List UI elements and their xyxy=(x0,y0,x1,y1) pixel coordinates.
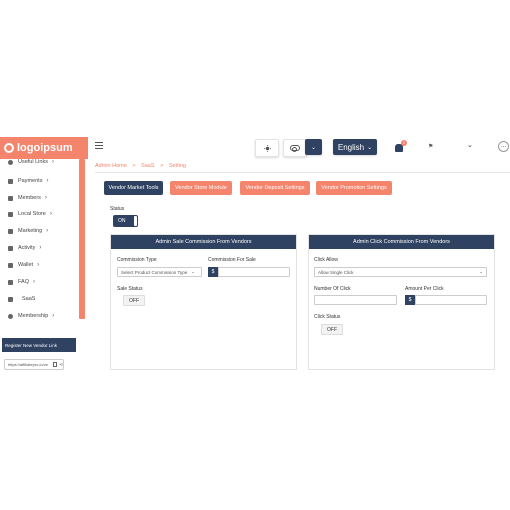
sidebar-scrollbar[interactable] xyxy=(79,159,85,319)
breadcrumb-setting: Setting xyxy=(168,163,186,169)
click-allow-select[interactable]: Allow Single Click ⌄ xyxy=(314,267,487,277)
sidebar-item-membership[interactable]: Membership › xyxy=(8,313,54,319)
amount-per-click-label: Amount Per Click xyxy=(405,286,444,292)
logo-mark-icon xyxy=(4,143,14,153)
sidebar-item-faq[interactable]: FAQ › xyxy=(8,279,35,285)
commission-type-select[interactable]: Select Product Commission Type ⌄ xyxy=(117,267,202,277)
chevron-right-icon: › xyxy=(46,228,49,234)
store-icon xyxy=(8,211,13,217)
share-icon[interactable]: ⋖ xyxy=(59,362,63,368)
commission-for-sale-label: Commission For Sale xyxy=(208,257,256,263)
language-select[interactable]: English ⌄ xyxy=(333,139,377,155)
click-card-title: Admin Click Commission From Vendors xyxy=(309,235,494,249)
sidebar-item-payments[interactable]: Payments › xyxy=(8,178,48,184)
activity-icon xyxy=(8,245,13,251)
chevron-right-icon: › xyxy=(49,211,52,217)
number-of-click-input[interactable] xyxy=(314,295,397,305)
number-of-click-label: Number Of Click xyxy=(314,286,351,292)
click-allow-value: Allow Single Click xyxy=(318,269,354,275)
sidebar-item-label: Payments xyxy=(18,178,43,184)
sidebar-item-label: Membership xyxy=(18,313,49,319)
chevron-right-icon: › xyxy=(44,195,47,201)
commission-type-value: Select Product Commission Type xyxy=(121,269,188,275)
sale-card-title: Admin Sale Commission From Vendors xyxy=(111,235,296,249)
sidebar-item-useful-links[interactable]: Useful Links › xyxy=(8,159,54,165)
chevron-right-icon: › xyxy=(37,262,40,268)
tab-vendor-store-module[interactable]: Vendor Store Module xyxy=(170,181,232,195)
chevron-right-icon: › xyxy=(51,159,54,165)
toggle-view-button[interactable] xyxy=(283,139,307,157)
theme-button[interactable] xyxy=(255,139,279,157)
info-icon xyxy=(8,159,13,165)
tab-vendor-deposit-settings[interactable]: Vendor Deposit Settings xyxy=(240,181,310,195)
commission-type-label: Commission Type xyxy=(117,257,157,263)
sidebar-item-label: Members xyxy=(18,195,41,201)
marketing-icon xyxy=(8,228,13,234)
membership-icon xyxy=(8,313,13,319)
flag-icon: ⚑ xyxy=(428,144,434,150)
notification-badge: 1 xyxy=(401,140,407,146)
sidebar-item-label: Local Store xyxy=(18,211,46,217)
chevron-right-icon: › xyxy=(39,245,42,251)
sidebar-item-label: Wallet xyxy=(18,262,34,268)
chevron-down-icon: ⌄ xyxy=(191,269,195,274)
language-label: English xyxy=(337,142,365,152)
sale-status-toggle[interactable]: OFF xyxy=(123,295,145,306)
wallet-icon xyxy=(8,262,13,268)
click-status-toggle[interactable]: OFF xyxy=(321,324,343,335)
toggle-knob xyxy=(134,216,137,226)
breadcrumb-separator: > xyxy=(132,163,136,169)
saas-icon xyxy=(8,296,13,302)
status-toggle[interactable]: ON xyxy=(113,215,138,227)
click-allow-label: Click Allow xyxy=(314,257,338,263)
chevron-right-icon: › xyxy=(52,313,55,319)
click-status-label: Click Status xyxy=(314,314,341,320)
commission-for-sale-input[interactable] xyxy=(218,267,290,277)
sun-icon xyxy=(263,144,271,152)
hamburger-menu-icon[interactable] xyxy=(95,142,103,149)
logo[interactable]: logoipsum xyxy=(0,137,88,159)
faq-icon xyxy=(8,279,13,285)
toggle-icon xyxy=(290,145,300,152)
divider xyxy=(95,172,510,173)
chevron-down-icon: ⌄ xyxy=(479,269,483,274)
sidebar-item-saas[interactable]: SaaS xyxy=(8,296,35,302)
chevron-right-icon: › xyxy=(33,279,36,285)
sidebar-item-label: Useful Links xyxy=(18,159,48,165)
sidebar-item-label: Marketing xyxy=(18,228,43,234)
logo-text: logoipsum xyxy=(17,142,73,154)
status-value: ON xyxy=(118,218,126,224)
sidebar-item-local-store[interactable]: Local Store › xyxy=(8,211,52,217)
profile-chevron-icon[interactable]: ⌄ xyxy=(467,141,473,149)
sale-status-label: Sale Status xyxy=(117,286,143,292)
breadcrumb-admin-home[interactable]: Admin Home xyxy=(95,163,127,169)
breadcrumb: Admin Home > SaaS > Setting xyxy=(95,163,190,169)
sidebar-item-label: SaaS xyxy=(22,296,36,302)
toggle-dropdown-button[interactable]: ⌄ xyxy=(305,139,322,155)
sidebar-item-activity[interactable]: Activity › xyxy=(8,245,41,251)
sidebar-item-label: FAQ xyxy=(18,279,30,285)
currency-addon: $ xyxy=(405,295,415,305)
sidebar-item-label: Activity xyxy=(18,245,36,251)
status-label: Status xyxy=(110,206,125,212)
currency-addon: $ xyxy=(208,267,218,277)
copy-icon[interactable] xyxy=(53,362,57,367)
more-button[interactable]: ... xyxy=(498,141,509,152)
sidebar-item-wallet[interactable]: Wallet › xyxy=(8,262,39,268)
chevron-right-icon: › xyxy=(46,178,49,184)
card-icon xyxy=(8,178,13,184)
chevron-down-icon: ⌄ xyxy=(310,144,317,151)
amount-per-click-input[interactable] xyxy=(415,295,487,305)
breadcrumb-separator: > xyxy=(160,163,164,169)
sidebar-item-members[interactable]: Members › xyxy=(8,195,47,201)
tab-vendor-market-tools[interactable]: Vendor Market Tools xyxy=(104,181,163,195)
chevron-down-icon: ⌄ xyxy=(367,144,373,151)
breadcrumb-saas[interactable]: SaaS xyxy=(141,163,154,169)
sidebar-item-marketing[interactable]: Marketing › xyxy=(8,228,48,234)
register-vendor-link-header: Register New Vendor Link xyxy=(2,338,76,352)
users-icon xyxy=(8,195,13,201)
tab-vendor-promotion-settings[interactable]: Vendor Promotion Settings xyxy=(316,181,392,195)
